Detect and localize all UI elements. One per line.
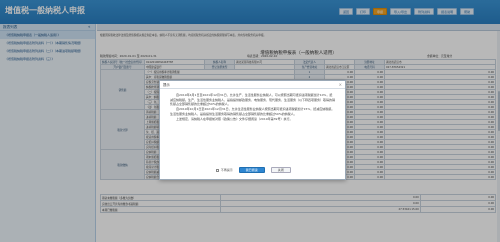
notice-dialog: 提示 × 自2019年4月1日至2021年12月31日，允许生产、生活性服务业纳… — [159, 80, 346, 180]
close-button[interactable]: 关闭 — [270, 167, 291, 173]
dialog-paragraph: 自2019年10月1日至2021年12月31日，允许生活性服务业纳税人按照当期可… — [170, 107, 335, 116]
close-icon[interactable]: × — [339, 82, 342, 87]
dialog-paragraph: 自2019年4月1日至2021年12月31日，允许生产、生活性服务业纳税人，可以… — [170, 93, 336, 106]
dont-show-checkbox[interactable]: 不再提示 — [216, 168, 233, 172]
dialog-body: 自2019年4月1日至2021年12月31日，允许生产、生活性服务业纳税人，可以… — [160, 89, 345, 121]
checkbox-label: 不再提示 — [220, 168, 233, 172]
dialog-footer: 不再提示 我已阅读 关闭 — [160, 167, 347, 173]
checkbox-icon[interactable] — [216, 168, 220, 172]
dialog-paragraph: 上述规定，请纳税人在申报前对照《政策公告》文件仔细阅读（2019年第39号）执行… — [176, 116, 293, 121]
dialog-title: 提示 — [163, 83, 170, 87]
dialog-header: 提示 × — [160, 81, 345, 89]
confirm-button[interactable]: 我已阅读 — [238, 167, 265, 173]
